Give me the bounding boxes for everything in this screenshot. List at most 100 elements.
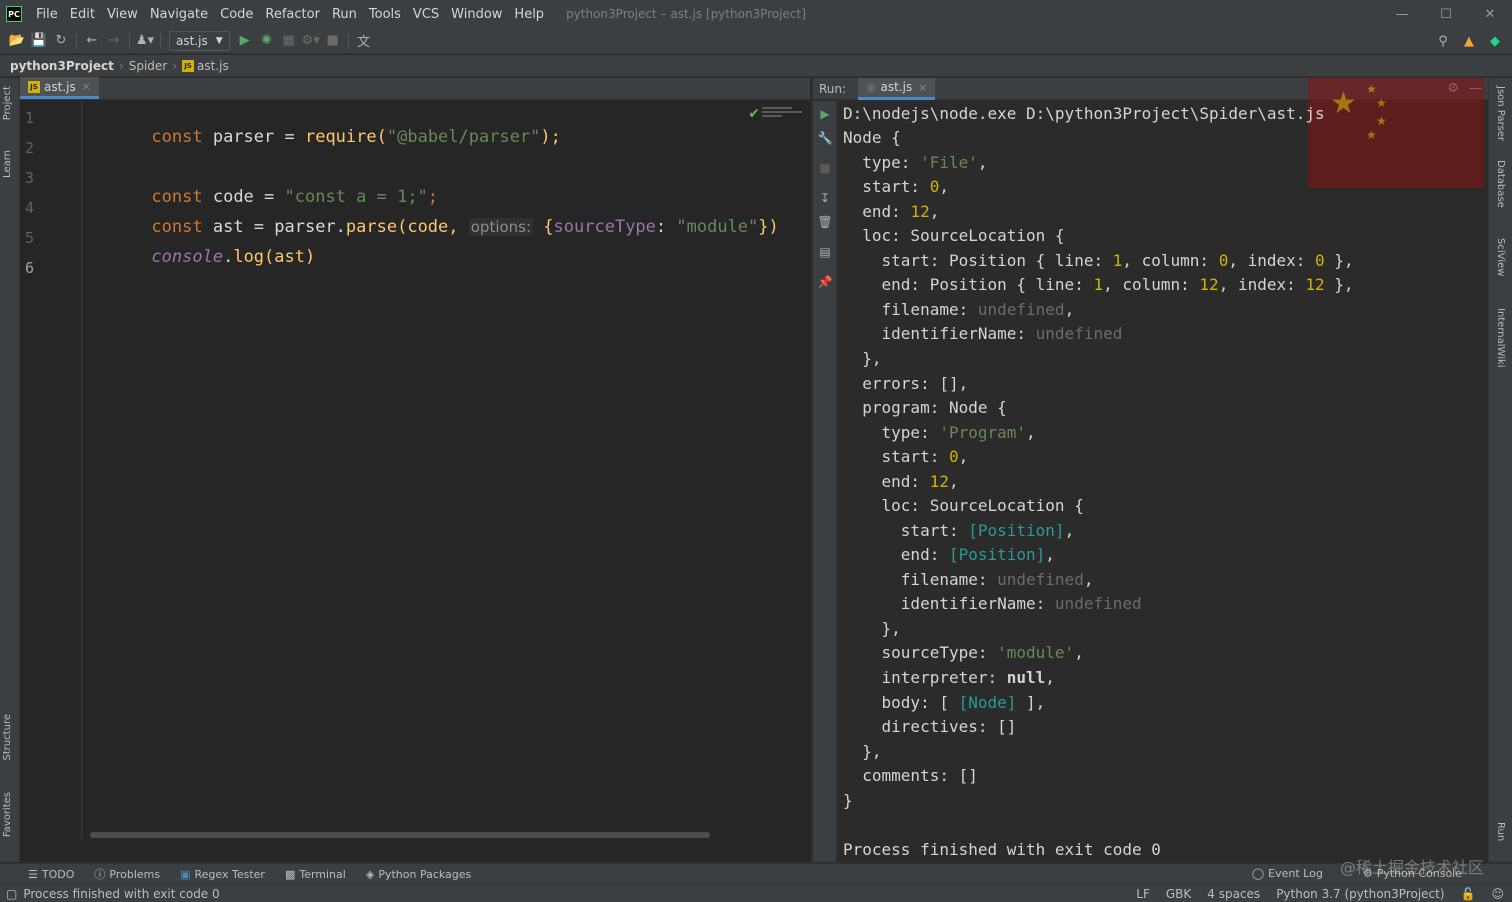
structure-tool-tab[interactable]: Structure bbox=[2, 714, 13, 761]
close-tab-icon[interactable]: × bbox=[918, 81, 927, 94]
status-message[interactable]: Process finished with exit code 0 bbox=[23, 887, 219, 901]
run-label: Run: bbox=[819, 81, 847, 96]
open-folder-icon[interactable]: 📂 bbox=[6, 31, 28, 51]
console-token: 0 bbox=[1218, 251, 1229, 270]
console-line: identifierName: undefined bbox=[843, 324, 1123, 343]
code-area[interactable]: const parser = require("@babel/parser");… bbox=[90, 101, 810, 839]
translate-icon[interactable]: 文 bbox=[353, 31, 375, 51]
scroll-to-end-icon[interactable]: ↧ bbox=[818, 191, 832, 205]
console-token: end: bbox=[843, 545, 949, 564]
close-icon[interactable]: ✕ bbox=[1468, 0, 1512, 28]
menu-code[interactable]: Code bbox=[214, 7, 259, 22]
console-line: }, bbox=[843, 349, 882, 368]
line-separator-widget[interactable]: LF bbox=[1136, 887, 1150, 901]
console-token: , bbox=[1064, 300, 1075, 319]
breadcrumb-file[interactable]: ast.js bbox=[197, 59, 229, 73]
terminal-tool-button[interactable]: ▩ Terminal bbox=[285, 868, 346, 881]
console-token: , bbox=[948, 472, 959, 491]
node-link[interactable]: [Node] bbox=[959, 693, 1017, 712]
sync-icon[interactable]: ↻ bbox=[50, 31, 72, 51]
run-icon[interactable]: ▶ bbox=[234, 31, 256, 51]
menu-file[interactable]: File bbox=[30, 7, 64, 22]
menu-tools[interactable]: Tools bbox=[363, 7, 407, 22]
back-icon[interactable]: ← bbox=[81, 31, 103, 51]
encoding-widget[interactable]: GBK bbox=[1166, 887, 1191, 901]
code-token: sourceType bbox=[553, 217, 656, 237]
status-square-icon[interactable]: ▢ bbox=[6, 887, 17, 901]
watermark-text: @稀土掘金技术社区 bbox=[1339, 858, 1484, 877]
sciview-tool-tab[interactable]: SciView bbox=[1495, 238, 1506, 276]
console-token: , bbox=[1074, 643, 1084, 662]
coverage-icon[interactable]: ▦ bbox=[278, 31, 300, 51]
database-tool-tab[interactable]: Database bbox=[1495, 160, 1506, 208]
regex-icon: ▣ bbox=[180, 867, 191, 881]
code-token: . bbox=[223, 247, 234, 267]
run-tool-tab[interactable]: Run bbox=[1495, 822, 1506, 841]
wrench-icon[interactable]: 🔧 bbox=[818, 131, 833, 145]
console-output[interactable]: D:\nodejs\node.exe D:\python3Project\Spi… bbox=[843, 102, 1484, 862]
save-icon[interactable]: 💾 bbox=[28, 31, 50, 51]
forward-icon[interactable]: → bbox=[103, 31, 125, 51]
favorites-tool-tab[interactable]: Favorites bbox=[2, 792, 13, 837]
menu-vcs[interactable]: VCS bbox=[407, 7, 445, 22]
jetbrains-icon[interactable]: ◆ bbox=[1484, 31, 1506, 51]
regex-tester-tool-button[interactable]: ▣ Regex Tester bbox=[180, 868, 265, 881]
menu-edit[interactable]: Edit bbox=[64, 7, 101, 22]
menu-help[interactable]: Help bbox=[508, 7, 550, 22]
console-token: end: bbox=[843, 202, 911, 221]
todo-tool-button[interactable]: ☰ TODO bbox=[28, 868, 74, 881]
console-token: , column: bbox=[1122, 251, 1219, 270]
stop-icon[interactable]: ■ bbox=[322, 31, 344, 51]
update-icon[interactable]: ▲ bbox=[1458, 31, 1480, 51]
menu-refactor[interactable]: Refactor bbox=[259, 7, 326, 22]
horizontal-scrollbar[interactable] bbox=[90, 832, 710, 838]
rerun-icon[interactable]: ▶ bbox=[818, 107, 832, 121]
code-token: "@babel/parser" bbox=[386, 127, 541, 147]
pycharm-logo: PC bbox=[6, 6, 22, 22]
python-packages-tool-button[interactable]: ◈ Python Packages bbox=[366, 868, 471, 881]
menu-view[interactable]: View bbox=[101, 7, 144, 22]
menu-run[interactable]: Run bbox=[326, 7, 363, 22]
console-token: identifierName: bbox=[843, 594, 1055, 613]
position-link[interactable]: [Position] bbox=[968, 521, 1064, 540]
editor-tab-ast-js[interactable]: JS ast.js × bbox=[20, 77, 99, 99]
minimize-icon[interactable]: — bbox=[1380, 0, 1424, 28]
problems-tool-button[interactable]: ⓘ Problems bbox=[94, 866, 160, 882]
learn-tool-tab[interactable]: Learn bbox=[2, 150, 13, 178]
maximize-icon[interactable]: ☐ bbox=[1424, 0, 1468, 28]
position-link[interactable]: [Position] bbox=[949, 545, 1045, 564]
console-token: , bbox=[929, 202, 940, 221]
indent-widget[interactable]: 4 spaces bbox=[1207, 887, 1260, 901]
close-tab-icon[interactable]: × bbox=[82, 80, 91, 93]
user-icon[interactable]: ♟▾ bbox=[134, 31, 156, 51]
toolbar-separator bbox=[76, 32, 77, 49]
trash-icon[interactable]: 🗑 bbox=[817, 215, 832, 229]
console-token: 12 bbox=[910, 202, 930, 221]
stop-icon[interactable]: ■ bbox=[818, 161, 832, 175]
run-tab-ast-js[interactable]: ◉ ast.js × bbox=[858, 77, 936, 100]
pin-icon[interactable]: 📌 bbox=[818, 275, 833, 289]
console-token: sourceType: bbox=[843, 643, 998, 662]
search-icon[interactable]: ⚲ bbox=[1432, 31, 1454, 51]
lock-icon[interactable]: 🔓 bbox=[1461, 887, 1476, 901]
breadcrumb-project[interactable]: python3Project bbox=[10, 59, 114, 73]
console-token: start: bbox=[843, 177, 930, 196]
breadcrumb-folder[interactable]: Spider bbox=[129, 59, 168, 73]
menu-navigate[interactable]: Navigate bbox=[144, 7, 214, 22]
interpreter-widget[interactable]: Python 3.7 (python3Project) bbox=[1276, 887, 1444, 901]
event-log-tool-button[interactable]: ◯ Event Log bbox=[1252, 867, 1323, 880]
run-config-label: ast.js bbox=[176, 33, 208, 48]
debug-icon[interactable]: ✺ bbox=[256, 31, 278, 51]
breadcrumb: python3Project › Spider › JS ast.js bbox=[0, 55, 1512, 77]
internalwiki-tool-tab[interactable]: InternalWiki bbox=[1495, 308, 1506, 368]
code-token: const bbox=[151, 127, 203, 147]
layout-icon[interactable]: ▤ bbox=[818, 245, 832, 259]
profile-icon[interactable]: ⚙▾ bbox=[300, 31, 322, 51]
code-line-5: console.log(ast) bbox=[90, 227, 315, 287]
code-line-1: const parser = require("@babel/parser"); bbox=[90, 107, 560, 167]
notifications-icon[interactable]: ☺ bbox=[1491, 887, 1504, 901]
json-parser-tool-tab[interactable]: Json Parser bbox=[1495, 86, 1506, 141]
menu-window[interactable]: Window bbox=[445, 7, 508, 22]
run-config-dropdown[interactable]: ast.js ▼ bbox=[169, 30, 230, 51]
project-tool-tab[interactable]: Project bbox=[2, 86, 13, 120]
